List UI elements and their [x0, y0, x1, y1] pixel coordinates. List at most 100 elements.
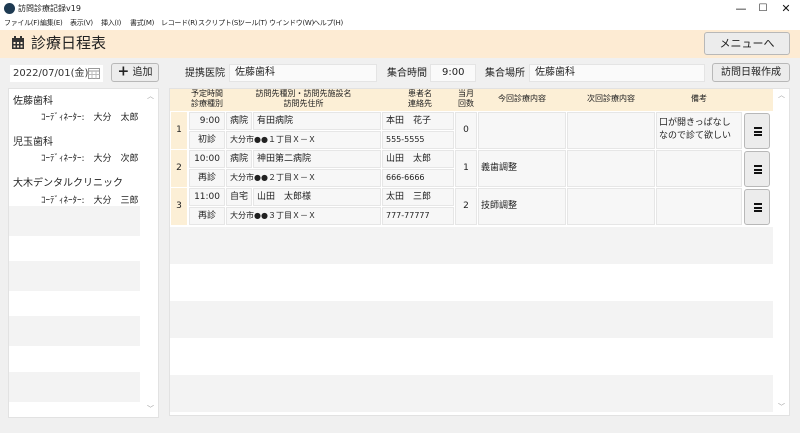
row-index: 3 [171, 188, 187, 225]
row-notes[interactable]: 口が開きっぱなしなので診て欲しい [656, 112, 742, 149]
header-contact: 連絡先 [408, 99, 432, 108]
row-phone[interactable]: 666-6666 [382, 169, 454, 187]
calendar-icon [12, 36, 24, 49]
menu-edit[interactable]: 編集(E) [40, 17, 63, 30]
menu-window[interactable]: ウインドウ(W) [269, 17, 314, 30]
row-count[interactable]: 2 [455, 188, 477, 225]
row-kind[interactable]: 再診 [189, 207, 225, 225]
partner-clinic-label: 提携医院 [185, 68, 225, 79]
list-item-name[interactable]: 大木デンタルクリニック [13, 177, 123, 190]
title-bar [0, 0, 800, 17]
row-menu-button[interactable] [744, 151, 770, 187]
row-place-type[interactable]: 自宅 [226, 188, 252, 206]
row-next-treatment[interactable] [567, 188, 655, 225]
row-place-name[interactable]: 有田病院 [253, 112, 381, 130]
meeting-place-label: 集合場所 [485, 68, 525, 79]
header-current-treatment: 今回診療内容 [498, 94, 546, 103]
list-empty-row [9, 261, 140, 291]
row-kind[interactable]: 初診 [189, 131, 225, 149]
list-item-coordinator: ｺｰﾃﾞｨﾈｰﾀｰ: 大分 次郎 [41, 154, 139, 164]
create-report-button[interactable]: 訪問日報作成 [712, 63, 790, 82]
clinic-list-panel: 佐藤歯科 ｺｰﾃﾞｨﾈｰﾀｰ: 大分 太郎 児玉歯科 ｺｰﾃﾞｨﾈｰﾀｰ: 大分… [8, 88, 159, 418]
menu-bar: ファイル(F) 編集(E) 表示(V) 挿入(I) 書式(M) レコード(R) … [0, 17, 800, 30]
list-item-name[interactable]: 児玉歯科 [13, 136, 53, 149]
meeting-time-label: 集合時間 [387, 68, 427, 79]
row-patient[interactable]: 山田 太郎 [382, 150, 454, 168]
row-index: 1 [171, 112, 187, 149]
plus-icon: + [117, 63, 130, 80]
row-place-name[interactable]: 神田第二病院 [253, 150, 381, 168]
menu-record[interactable]: レコード(R) [161, 17, 198, 30]
row-current-treatment[interactable]: 義歯調整 [478, 150, 566, 187]
menu-format[interactable]: 書式(M) [130, 17, 154, 30]
table-empty-row [170, 375, 773, 412]
row-time[interactable]: 10:00 [189, 150, 225, 168]
list-empty-row [9, 372, 140, 402]
list-item-name[interactable]: 佐藤歯科 [13, 95, 53, 108]
row-patient[interactable]: 本田 花子 [382, 112, 454, 130]
row-time[interactable]: 11:00 [189, 188, 225, 206]
list-empty-row [9, 316, 140, 346]
row-current-treatment[interactable] [478, 112, 566, 149]
table-scroll-down-icon[interactable]: ﹀ [778, 402, 785, 412]
page-title: 診療日程表 [31, 34, 107, 52]
row-next-treatment[interactable] [567, 112, 655, 149]
scroll-down-icon[interactable]: ﹀ [147, 404, 154, 414]
header-patient: 患者名 [408, 89, 432, 98]
add-button-label: 追加 [132, 67, 153, 78]
close-button[interactable]: ✕ [771, 0, 800, 17]
row-address[interactable]: 大分市●●２丁目Ｘ－Ｘ [226, 169, 381, 187]
row-phone[interactable]: 777-77777 [382, 207, 454, 225]
date-picker-icon[interactable] [88, 67, 100, 79]
row-place-name[interactable]: 山田 太郎様 [253, 188, 381, 206]
menu-help[interactable]: ヘルプ(H) [313, 17, 343, 30]
header-kind: 診療種別 [191, 99, 223, 108]
list-empty-row [9, 206, 140, 236]
meeting-time-field[interactable]: 9:00 [430, 64, 476, 82]
row-place-type[interactable]: 病院 [226, 112, 252, 130]
scroll-up-icon[interactable]: ︿ [147, 91, 154, 101]
row-place-type[interactable]: 病院 [226, 150, 252, 168]
row-time[interactable]: 9:00 [189, 112, 225, 130]
row-address[interactable]: 大分市●●１丁目Ｘ－Ｘ [226, 131, 381, 149]
row-next-treatment[interactable] [567, 150, 655, 187]
menu-view[interactable]: 表示(V) [70, 17, 93, 30]
row-kind[interactable]: 再診 [189, 169, 225, 187]
header-address: 訪問先住所 [283, 99, 324, 108]
header-month: 当月 [458, 89, 474, 98]
meeting-place-field[interactable]: 佐藤歯科 [529, 64, 705, 82]
row-count[interactable]: 1 [455, 150, 477, 187]
header-notes: 備考 [691, 94, 707, 103]
menu-insert[interactable]: 挿入(I) [101, 17, 121, 30]
row-address[interactable]: 大分市●●３丁目Ｘ－Ｘ [226, 207, 381, 225]
header-count: 回数 [458, 99, 474, 108]
hamburger-icon [754, 165, 762, 174]
row-count[interactable]: 0 [455, 112, 477, 149]
row-current-treatment[interactable]: 技師調整 [478, 188, 566, 225]
page-header [0, 30, 800, 58]
menu-tools[interactable]: ツール(T) [238, 17, 267, 30]
row-menu-button[interactable] [744, 189, 770, 225]
row-index: 2 [171, 150, 187, 187]
menu-script[interactable]: スクリプト(S) [198, 17, 241, 30]
header-time: 予定時間 [191, 89, 223, 98]
window-title: 訪問診療記録v19 [18, 4, 81, 13]
partner-clinic-field[interactable]: 佐藤歯科 [229, 64, 377, 82]
row-patient[interactable]: 太田 三郎 [382, 188, 454, 206]
hamburger-icon [754, 127, 762, 136]
menu-button[interactable]: メニューへ [704, 32, 790, 55]
row-notes[interactable] [656, 150, 742, 187]
header-visit-type-name: 訪問先種別・訪問先施設名 [255, 89, 352, 98]
table-empty-row [170, 301, 773, 338]
header-next-treatment: 次回診療内容 [587, 94, 635, 103]
list-item-coordinator: ｺｰﾃﾞｨﾈｰﾀｰ: 大分 三郎 [41, 196, 139, 206]
row-notes[interactable] [656, 188, 742, 225]
row-menu-button[interactable] [744, 113, 770, 149]
list-item-coordinator: ｺｰﾃﾞｨﾈｰﾀｰ: 大分 太郎 [41, 113, 139, 123]
app-icon [4, 3, 15, 14]
row-phone[interactable]: 555-5555 [382, 131, 454, 149]
table-scroll-up-icon[interactable]: ︿ [778, 90, 785, 100]
menu-file[interactable]: ファイル(F) [4, 17, 40, 30]
add-button[interactable]: + 追加 [111, 63, 159, 82]
table-empty-row [170, 227, 773, 264]
